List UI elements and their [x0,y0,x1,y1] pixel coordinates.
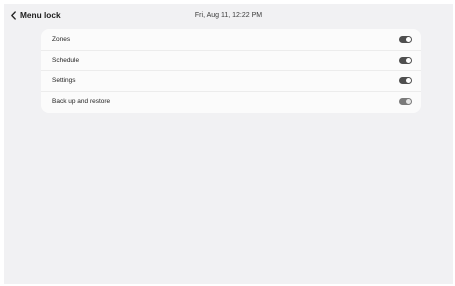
setting-row-schedule[interactable]: Schedule [41,49,421,71]
back-up-and-restore-toggle[interactable] [399,97,412,105]
date-time: Fri, Aug 11, 12:22 PM [194,12,263,19]
zones-toggle[interactable] [399,35,412,43]
schedule-toggle[interactable] [399,56,412,64]
toggle-knob [406,78,411,84]
setting-label: Settings [52,77,76,85]
header-bar: Menu lock Fri, Aug 11, 12:22 PM [4,4,453,26]
setting-label: Back up and restore [52,97,111,105]
setting-row-settings[interactable]: Settings [41,70,421,91]
toggle-knob [406,36,411,42]
settings-list: Zones Schedule Settings Back up and rest… [41,29,421,113]
toggle-knob [406,57,411,63]
setting-row-zones[interactable]: Zones [41,29,421,50]
setting-row-back-up-and-restore[interactable]: Back up and restore [41,90,421,112]
screen: Menu lock Fri, Aug 11, 12:22 PM Zones Sc… [4,4,453,284]
toggle-knob [406,98,411,104]
setting-label: Zones [52,35,71,43]
settings-toggle[interactable] [399,77,412,85]
setting-label: Schedule [52,56,80,64]
